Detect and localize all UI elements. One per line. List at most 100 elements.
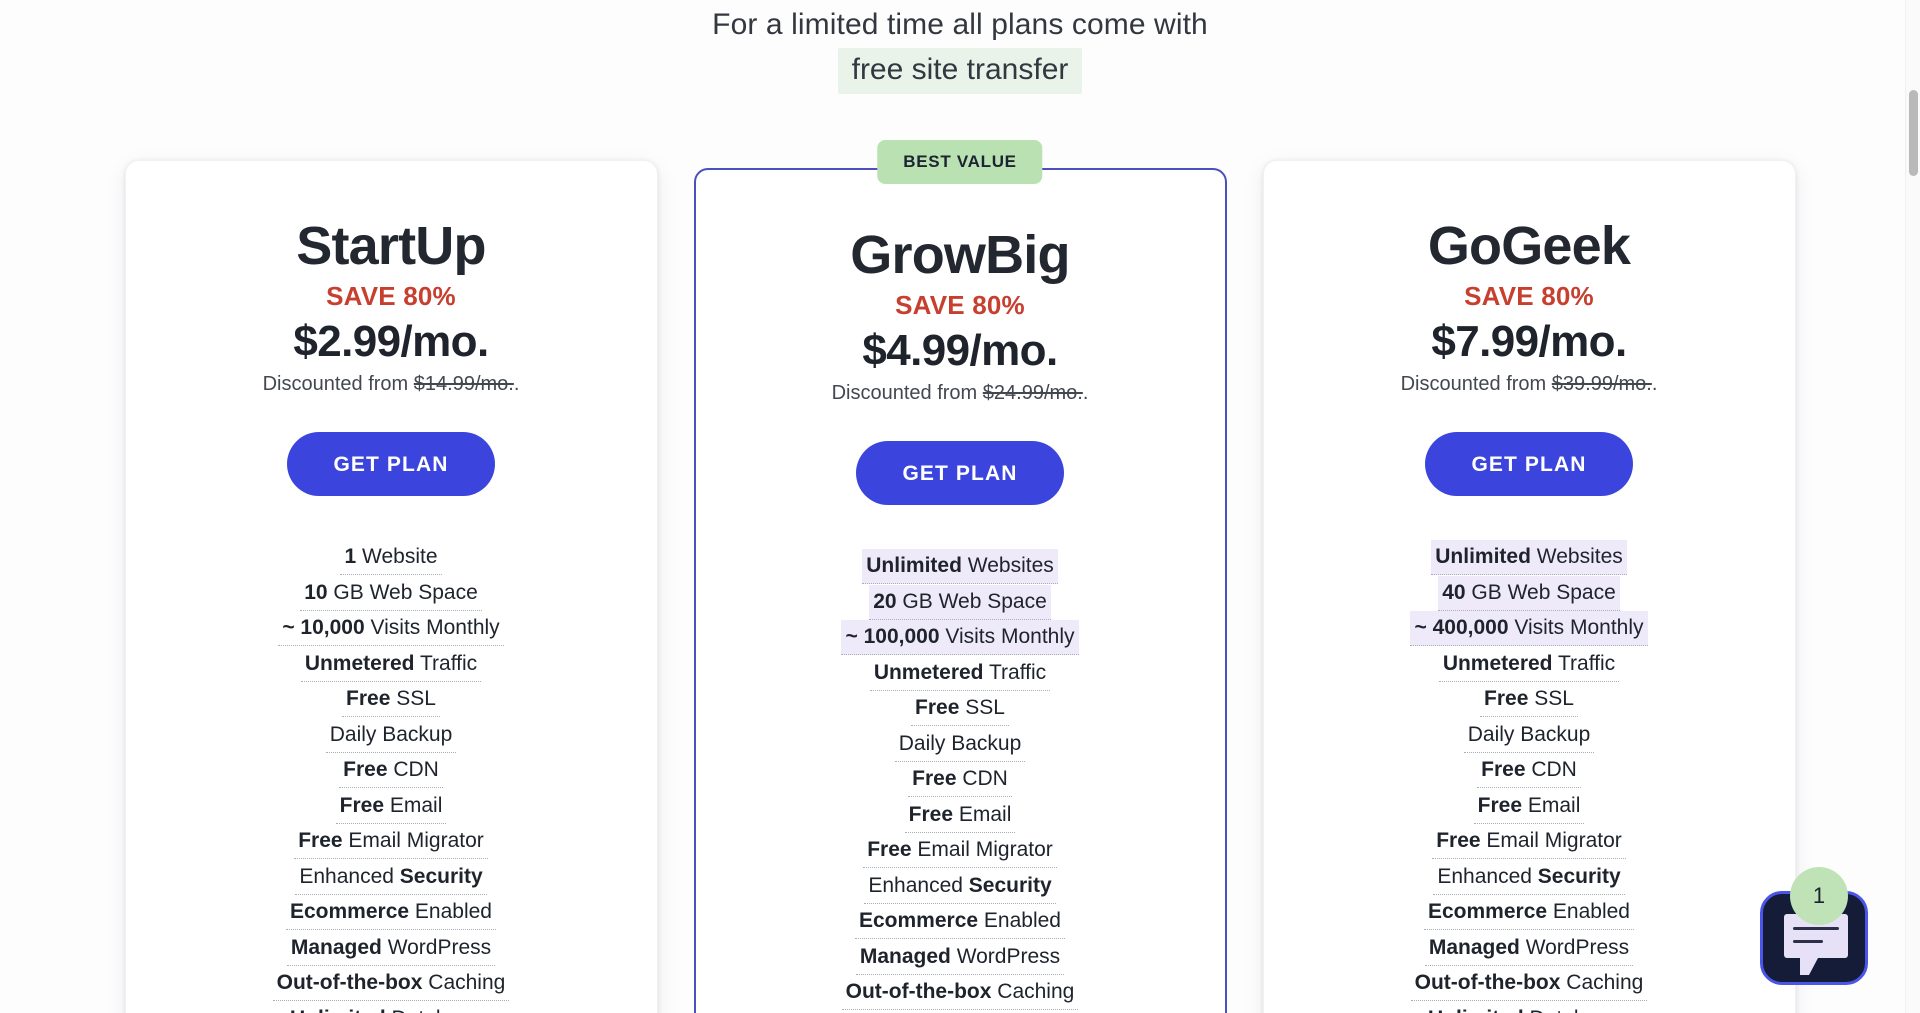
feature-detail: Enabled [414,900,492,924]
chat-unread-badge[interactable]: 1 [1790,867,1848,925]
feature-text[interactable]: Free Email Migrator [1432,824,1626,860]
feature-text[interactable]: Free CDN [339,753,443,789]
feature-detail: CDN [962,767,1008,791]
feature-text[interactable]: Managed WordPress [855,940,1065,975]
feature-text[interactable]: Free SSL [342,682,440,718]
feature-emphasis: Free [915,696,960,720]
plan-name: StartUp [296,216,486,276]
feature-detail: Enhanced [299,864,400,888]
feature-text[interactable]: Free Email [335,789,447,824]
feature-text[interactable]: Enhanced Security [864,869,1056,904]
feature-text[interactable]: Unlimited Websites [862,549,1058,585]
plan-feature-item: Ecommerce Enabled [156,895,627,931]
plan-feature-item: Free CDN [726,762,1195,798]
feature-text[interactable]: Unmetered Traffic [300,647,482,682]
promo-banner: For a limited time all plans come with f… [0,0,1920,94]
feature-text[interactable]: Unmetered Traffic [869,656,1051,691]
feature-text[interactable]: Out-of-the-box Caching [272,966,510,1002]
feature-emphasis: Ecommerce [290,900,410,924]
feature-text[interactable]: 20 GB Web Space [869,584,1051,620]
plan-feature-item: Enhanced Security [1294,860,1765,895]
feature-emphasis: Ecommerce [1428,900,1548,924]
feature-emphasis: Managed [859,944,951,968]
feature-text[interactable]: Unmetered Traffic [1438,647,1620,682]
plan-card-gogeek: GoGeek SAVE 80% $7.99/mo. Discounted from $… [1262,160,1796,1013]
plan-feature-item: Unlimited Databases [1294,1002,1765,1013]
feature-detail: SSL [965,696,1005,720]
feature-text[interactable]: Free SSL [1480,682,1578,718]
feature-text[interactable]: 40 GB Web Space [1438,575,1620,611]
feature-text[interactable]: Enhanced Security [1433,860,1625,895]
plan-discount-note: Discounted from $14.99/mo.. [262,373,520,396]
feature-text[interactable]: Free Email Migrator [863,833,1057,869]
feature-text[interactable]: Daily Backup [894,727,1026,762]
plan-price: $7.99/mo. [1431,317,1627,367]
plan-feature-item: Free Email Migrator [156,824,627,860]
plan-feature-item: Daily Backup [1294,718,1765,753]
feature-text[interactable]: Daily Backup [325,718,457,753]
feature-text[interactable]: Ecommerce Enabled [855,904,1065,940]
chat-widget[interactable]: 1 [1760,867,1872,985]
feature-emphasis-trailing: Security [968,873,1052,897]
feature-emphasis: 1 [344,545,357,569]
get-plan-button[interactable]: GET PLAN [856,441,1064,506]
feature-emphasis: Free [1484,687,1529,711]
plan-feature-item: Ecommerce Enabled [1294,895,1765,931]
plan-feature-item: Free SSL [726,691,1195,727]
feature-text[interactable]: Out-of-the-box Caching [841,975,1079,1011]
feature-emphasis: Unlimited [1435,545,1531,569]
best-value-badge: BEST VALUE [877,140,1043,184]
feature-detail: Websites [967,554,1054,578]
feature-detail: Email [958,802,1012,826]
feature-text[interactable]: Daily Backup [1463,718,1595,753]
feature-detail: Databases [392,1007,492,1013]
feature-text[interactable]: Free Email [904,798,1016,833]
get-plan-button[interactable]: GET PLAN [1425,432,1633,497]
page-scrollbar-thumb[interactable] [1909,90,1918,176]
chat-bubble-line-1 [1793,927,1839,930]
feature-text[interactable]: Free SSL [911,691,1009,727]
plan-feature-item: Free SSL [156,682,627,718]
feature-text[interactable]: Out-of-the-box Caching [1410,966,1648,1002]
feature-emphasis: Free [908,802,953,826]
plan-feature-list: Unlimited Websites 40 GB Web Space ~ 400,0… [1294,540,1765,1013]
feature-detail: Visits Monthly [370,616,500,640]
feature-text[interactable]: Free Email [1473,789,1585,824]
feature-text[interactable]: Ecommerce Enabled [1424,895,1634,931]
discount-prefix: Discounted from [1400,373,1547,396]
plan-name: GrowBig [850,225,1070,285]
feature-text[interactable]: Enhanced Security [295,860,487,895]
feature-text[interactable]: Free CDN [908,762,1012,798]
feature-text[interactable]: Unlimited Websites [1431,540,1627,576]
feature-text[interactable]: Free CDN [1477,753,1581,789]
feature-detail: Daily Backup [898,731,1022,755]
feature-text[interactable]: 1 Website [340,540,442,576]
feature-detail: CDN [1531,758,1577,782]
discount-prefix: Discounted from [831,382,978,405]
plan-old-price: $14.99/mo. [413,373,514,396]
feature-text[interactable]: ~ 400,000 Visits Monthly [1410,611,1648,647]
plan-feature-item: Unmetered Traffic [1294,647,1765,682]
feature-text[interactable]: ~ 10,000 Visits Monthly [278,611,504,647]
feature-detail: Website [362,545,438,569]
feature-emphasis: Free [346,687,391,711]
feature-text[interactable]: Unlimited Databases [1424,1002,1634,1013]
get-plan-button[interactable]: GET PLAN [287,432,495,497]
feature-text[interactable]: Free Email Migrator [294,824,488,860]
feature-emphasis: Free [339,793,384,817]
page-scrollbar-track[interactable] [1905,0,1920,1013]
feature-text[interactable]: ~ 100,000 Visits Monthly [841,620,1079,656]
plan-feature-item: Out-of-the-box Caching [1294,966,1765,1002]
feature-text[interactable]: Managed WordPress [1424,931,1634,966]
feature-text[interactable]: Unlimited Databases [286,1002,496,1013]
feature-detail: GB Web Space [902,589,1047,613]
feature-emphasis: ~ 400,000 [1414,616,1509,640]
feature-text[interactable]: Managed WordPress [286,931,496,966]
plan-feature-item: Managed WordPress [156,931,627,966]
feature-detail: Daily Backup [1467,722,1591,746]
plan-feature-item: Unlimited Websites [1294,540,1765,576]
feature-text[interactable]: 10 GB Web Space [300,576,482,611]
plan-discount-note: Discounted from $24.99/mo.. [831,382,1089,405]
feature-text[interactable]: Ecommerce Enabled [286,895,496,931]
feature-detail: Visits Monthly [1514,616,1644,640]
